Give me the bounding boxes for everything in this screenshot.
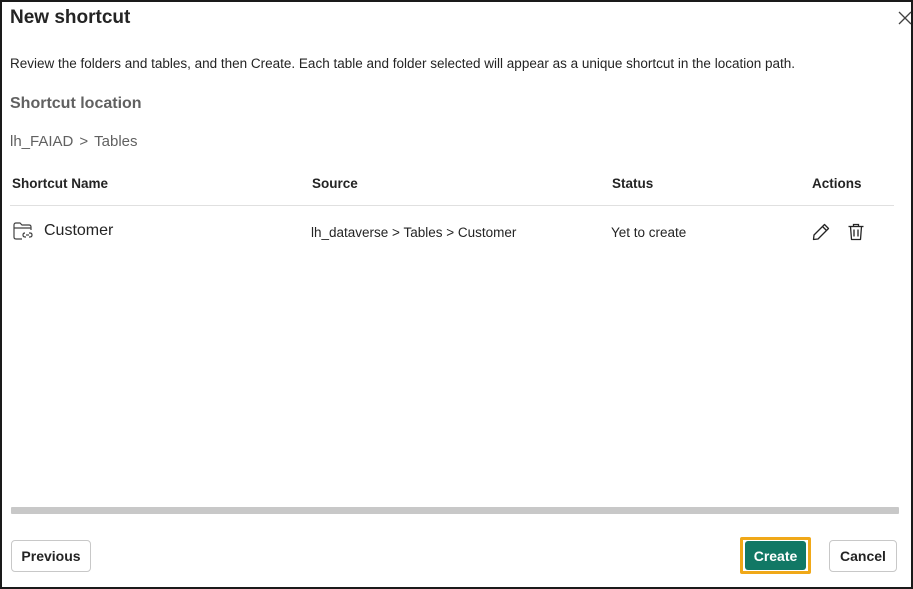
shortcuts-table: Shortcut Name Source Status Actions Cust… — [10, 170, 894, 260]
breadcrumb-separator: > — [79, 133, 89, 150]
header-shortcut-name: Shortcut Name — [12, 176, 109, 191]
close-button[interactable] — [898, 11, 912, 25]
trash-icon — [848, 223, 864, 241]
shortcut-status: Yet to create — [611, 225, 687, 240]
shortcut-source: lh_dataverse > Tables > Customer — [311, 225, 517, 240]
close-icon — [898, 11, 912, 25]
header-actions: Actions — [812, 176, 862, 191]
dialog-title: New shortcut — [10, 7, 131, 28]
header-status: Status — [612, 176, 654, 191]
horizontal-scrollbar[interactable] — [11, 507, 899, 514]
dialog-description: Review the folders and tables, and then … — [10, 56, 795, 71]
edit-button[interactable] — [811, 222, 831, 242]
previous-button[interactable]: Previous — [11, 540, 91, 572]
pencil-icon — [812, 223, 830, 241]
breadcrumb-item-lakehouse: lh_FAIAD — [10, 133, 74, 150]
shortcut-name-cell: Customer — [12, 220, 113, 242]
shortcut-name: Customer — [44, 222, 114, 239]
create-button[interactable]: Create — [745, 541, 806, 570]
table-row: Customer lh_dataverse > Tables > Custome… — [10, 206, 894, 260]
cancel-button[interactable]: Cancel — [829, 540, 897, 572]
table-header: Shortcut Name Source Status Actions — [10, 170, 894, 206]
header-source: Source — [312, 176, 358, 191]
folder-shortcut-icon — [13, 222, 33, 240]
breadcrumb-item-tables: Tables — [94, 133, 138, 150]
shortcut-location-label: Shortcut location — [10, 95, 142, 112]
delete-button[interactable] — [846, 222, 866, 242]
breadcrumb: lh_FAIAD > Tables — [10, 133, 138, 150]
new-shortcut-dialog: New shortcut Review the folders and tabl… — [0, 0, 913, 589]
